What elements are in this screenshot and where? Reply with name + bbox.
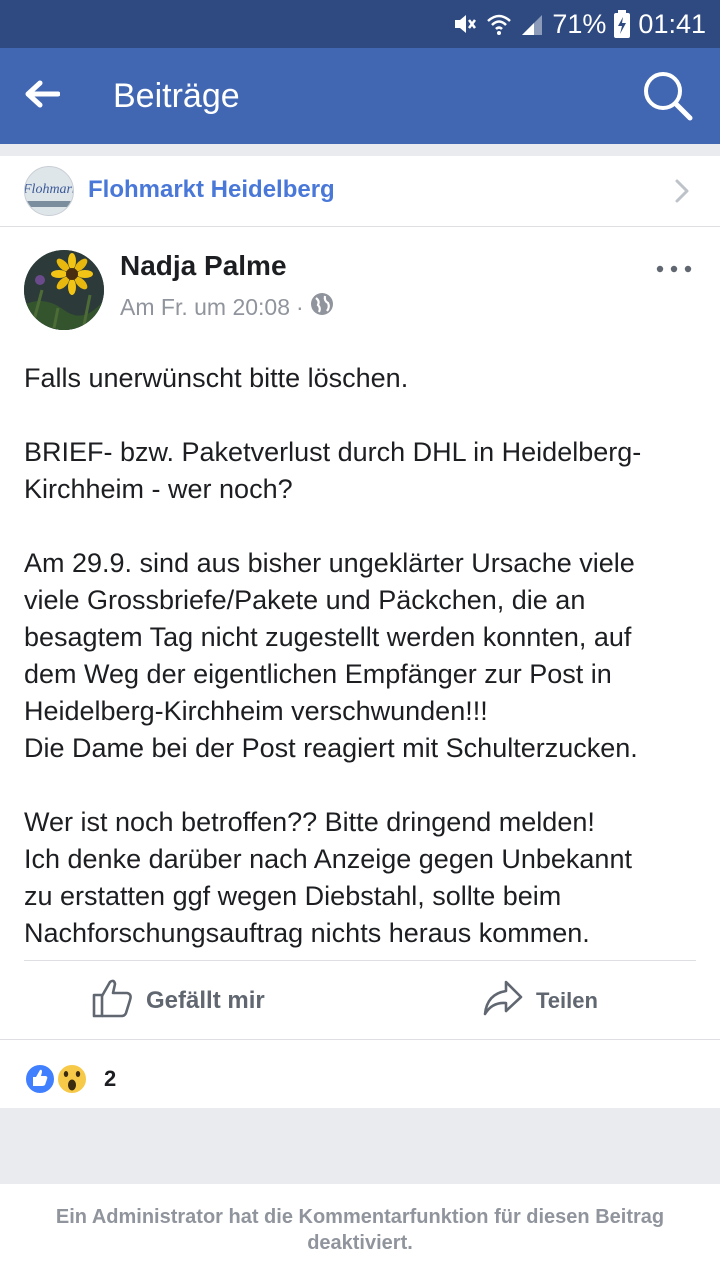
share-arrow-icon <box>482 978 524 1024</box>
like-button[interactable]: Gefällt mir <box>92 979 265 1023</box>
signal-icon <box>520 11 544 37</box>
separator-band <box>0 144 720 156</box>
post-meta: Am Fr. um 20:08 · <box>120 292 334 322</box>
back-button[interactable] <box>24 72 88 120</box>
post-timestamp[interactable]: Am Fr. um 20:08 <box>120 294 290 321</box>
app-bar: Beiträge <box>0 48 720 144</box>
battery-percent: 71% <box>552 8 607 39</box>
wifi-icon <box>486 11 512 37</box>
group-avatar: Flohmarkt <box>24 166 74 216</box>
more-dots-icon <box>654 265 694 284</box>
battery-charging-icon <box>614 10 631 38</box>
sunflower-photo <box>24 250 104 330</box>
page-title: Beiträge <box>113 77 240 115</box>
post-action-bar: Gefällt mir Teilen <box>0 961 720 1040</box>
meta-separator: · <box>296 293 304 320</box>
avatar[interactable] <box>24 250 104 330</box>
group-link-row[interactable]: Flohmarkt Flohmarkt Heidelberg <box>0 156 720 227</box>
search-button[interactable] <box>640 68 696 124</box>
clock: 01:41 <box>638 8 706 39</box>
more-options-button[interactable] <box>654 258 694 280</box>
globe-icon <box>310 292 334 322</box>
post-author[interactable]: Nadja Palme <box>120 250 287 282</box>
chevron-right-icon <box>674 178 690 209</box>
like-label: Gefällt mir <box>146 987 265 1014</box>
share-button[interactable]: Teilen <box>482 979 598 1023</box>
status-icons: 71% 01:41 <box>452 0 706 48</box>
reaction-icons <box>24 1062 94 1096</box>
reactions-summary[interactable]: 2 <box>0 1040 720 1108</box>
share-label: Teilen <box>536 988 598 1013</box>
separator-band-bottom <box>0 1108 720 1184</box>
group-avatar-text: Flohmarkt <box>24 182 73 197</box>
wow-reaction-icon <box>56 1063 88 1095</box>
group-name[interactable]: Flohmarkt Heidelberg <box>88 156 335 224</box>
group-avatar-band <box>25 201 73 207</box>
status-bar: 71% 01:41 <box>0 0 720 48</box>
thumbs-up-icon <box>92 978 134 1025</box>
mute-icon <box>452 11 478 37</box>
like-reaction-icon <box>24 1063 56 1095</box>
reaction-count: 2 <box>104 1066 117 1091</box>
arrow-left-icon <box>24 79 61 114</box>
post-body: Falls unerwünscht bitte löschen. BRIEF- … <box>24 363 642 948</box>
comments-disabled-note: Ein Administrator hat die Kommentarfunkt… <box>55 1206 665 1254</box>
post-header: Nadja Palme Am Fr. um 20:08 · <box>0 226 720 346</box>
search-icon <box>640 72 696 128</box>
